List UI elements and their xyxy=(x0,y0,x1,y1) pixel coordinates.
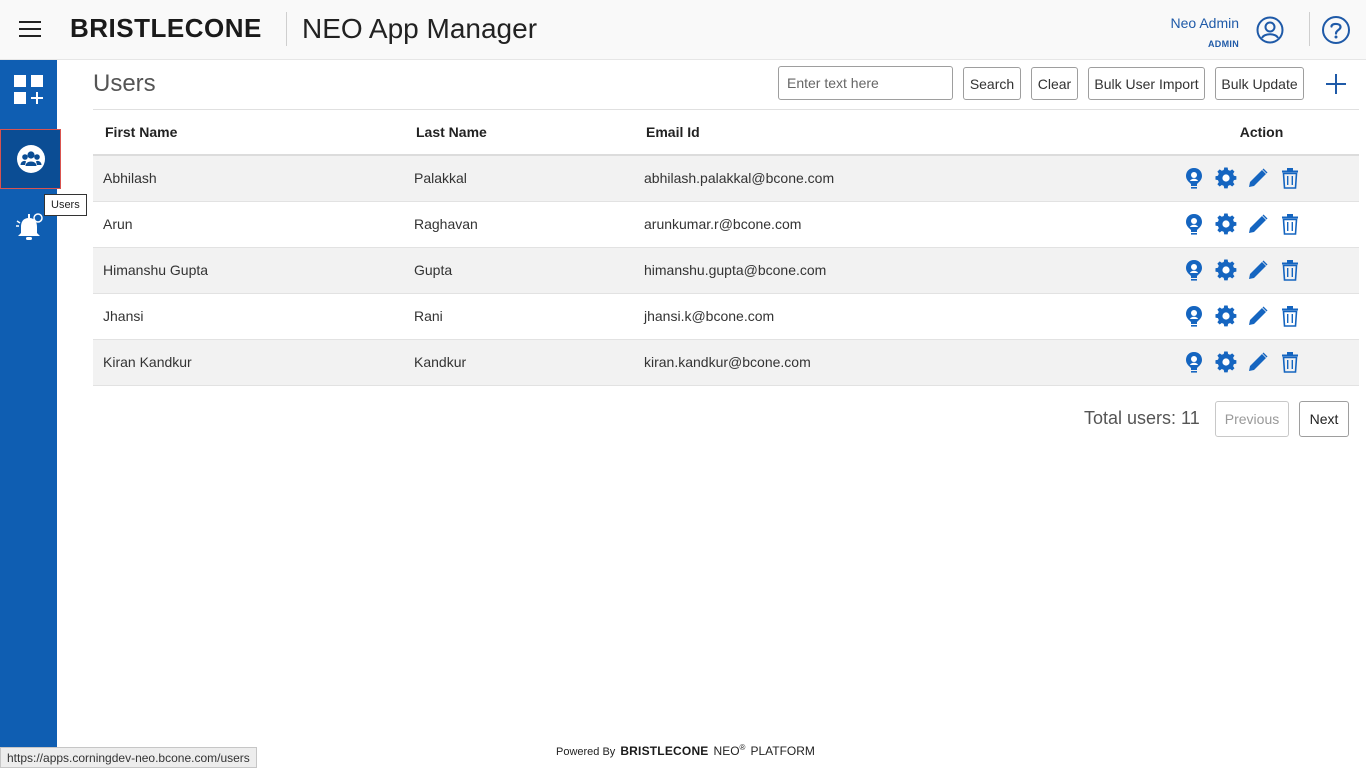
action-cell xyxy=(1164,293,1359,340)
delete-icon[interactable] xyxy=(1279,213,1301,235)
sidebar xyxy=(0,60,61,768)
edit-icon[interactable] xyxy=(1247,213,1269,235)
add-user-icon[interactable] xyxy=(1325,73,1347,95)
total-users-count: Total users: 11 xyxy=(1084,408,1200,428)
role-icon[interactable] xyxy=(1183,167,1205,189)
user-name: Neo Admin xyxy=(1170,15,1239,31)
settings-icon[interactable] xyxy=(1215,351,1237,373)
first-name-cell: Himanshu Gupta xyxy=(93,247,414,294)
action-cell xyxy=(1164,155,1359,202)
top-bar: BRISTLECONE NEO App Manager Neo Admin AD… xyxy=(0,0,1366,60)
edit-icon[interactable] xyxy=(1247,351,1269,373)
role-icon[interactable] xyxy=(1183,305,1205,327)
table-row: Abhilash Palakkal abhilash.palakkal@bcon… xyxy=(93,155,1359,202)
email-cell: kiran.kandkur@bcone.com xyxy=(644,339,1164,386)
email-cell: himanshu.gupta@bcone.com xyxy=(644,247,1164,294)
bulk-user-import-button[interactable]: Bulk User Import xyxy=(1088,67,1205,100)
last-name-cell: Palakkal xyxy=(414,155,644,202)
header-divider xyxy=(286,12,287,46)
settings-icon[interactable] xyxy=(1215,167,1237,189)
sidebar-item-apps[interactable] xyxy=(0,60,57,120)
column-header-first-name[interactable]: First Name xyxy=(93,110,414,156)
account-icon[interactable] xyxy=(1256,16,1284,44)
users-group-icon xyxy=(16,145,45,173)
bulk-update-button[interactable]: Bulk Update xyxy=(1215,67,1304,100)
footer-neo-label: NEO® xyxy=(713,743,746,758)
footer-platform-label: PLATFORM xyxy=(750,744,815,758)
next-button[interactable]: Next xyxy=(1299,401,1349,437)
column-header-action: Action xyxy=(1164,110,1359,156)
edit-icon[interactable] xyxy=(1247,305,1269,327)
table-row: Himanshu Gupta Gupta himanshu.gupta@bcon… xyxy=(93,247,1359,294)
action-cell xyxy=(1164,247,1359,294)
table-row: Kiran Kandkur Kandkur kiran.kandkur@bcon… xyxy=(93,339,1359,386)
last-name-cell: Raghavan xyxy=(414,201,644,248)
first-name-cell: Kiran Kandkur xyxy=(93,339,414,386)
role-icon[interactable] xyxy=(1183,351,1205,373)
status-url: https://apps.corningdev-neo.bcone.com/us… xyxy=(0,747,257,768)
last-name-cell: Rani xyxy=(414,293,644,340)
footer-brand-logo: BRISTLECONE xyxy=(620,744,709,758)
help-icon[interactable] xyxy=(1321,15,1351,45)
settings-icon[interactable] xyxy=(1215,259,1237,281)
last-name-cell: Kandkur xyxy=(414,339,644,386)
column-header-last-name[interactable]: Last Name xyxy=(414,110,644,156)
user-role: ADMIN xyxy=(1208,39,1239,49)
table-header-row: First Name Last Name Email Id Action xyxy=(93,110,1359,156)
clear-button[interactable]: Clear xyxy=(1031,67,1078,100)
settings-icon[interactable] xyxy=(1215,305,1237,327)
column-header-email[interactable]: Email Id xyxy=(644,110,1164,156)
header-divider xyxy=(1309,12,1310,46)
table-row: Jhansi Rani jhansi.k@bcone.com xyxy=(93,293,1359,340)
delete-icon[interactable] xyxy=(1279,305,1301,327)
first-name-cell: Jhansi xyxy=(93,293,414,340)
brand-logo: BRISTLECONE xyxy=(70,13,262,43)
table-row: Arun Raghavan arunkumar.r@bcone.com xyxy=(93,201,1359,248)
footer: Powered By BRISTLECONE NEO® PLATFORM xyxy=(556,740,815,760)
bell-settings-icon xyxy=(15,213,43,240)
delete-icon[interactable] xyxy=(1279,167,1301,190)
search-input[interactable] xyxy=(778,66,953,100)
email-cell: jhansi.k@bcone.com xyxy=(644,293,1164,340)
last-name-cell: Gupta xyxy=(414,247,644,294)
edit-icon[interactable] xyxy=(1247,167,1269,189)
delete-icon[interactable] xyxy=(1279,259,1301,281)
role-icon[interactable] xyxy=(1183,259,1205,281)
settings-icon[interactable] xyxy=(1215,213,1237,235)
first-name-cell: Abhilash xyxy=(93,155,414,202)
email-cell: abhilash.palakkal@bcone.com xyxy=(644,155,1164,202)
sidebar-item-users[interactable] xyxy=(0,129,61,189)
hamburger-menu-icon[interactable] xyxy=(19,21,41,38)
apps-grid-add-icon xyxy=(13,75,43,104)
app-title: NEO App Manager xyxy=(302,13,538,44)
role-icon[interactable] xyxy=(1183,213,1205,235)
page-title: Users xyxy=(93,70,156,97)
edit-icon[interactable] xyxy=(1247,259,1269,281)
action-cell xyxy=(1164,201,1359,248)
powered-by-label: Powered By xyxy=(556,746,616,758)
action-cell xyxy=(1164,339,1359,386)
users-table: First Name Last Name Email Id Action Abh… xyxy=(93,110,1359,386)
search-button[interactable]: Search xyxy=(963,67,1021,100)
delete-icon[interactable] xyxy=(1279,351,1301,373)
first-name-cell: Arun xyxy=(93,201,414,248)
sidebar-tooltip: Users xyxy=(44,194,87,216)
email-cell: arunkumar.r@bcone.com xyxy=(644,201,1164,248)
previous-button[interactable]: Previous xyxy=(1215,401,1289,437)
